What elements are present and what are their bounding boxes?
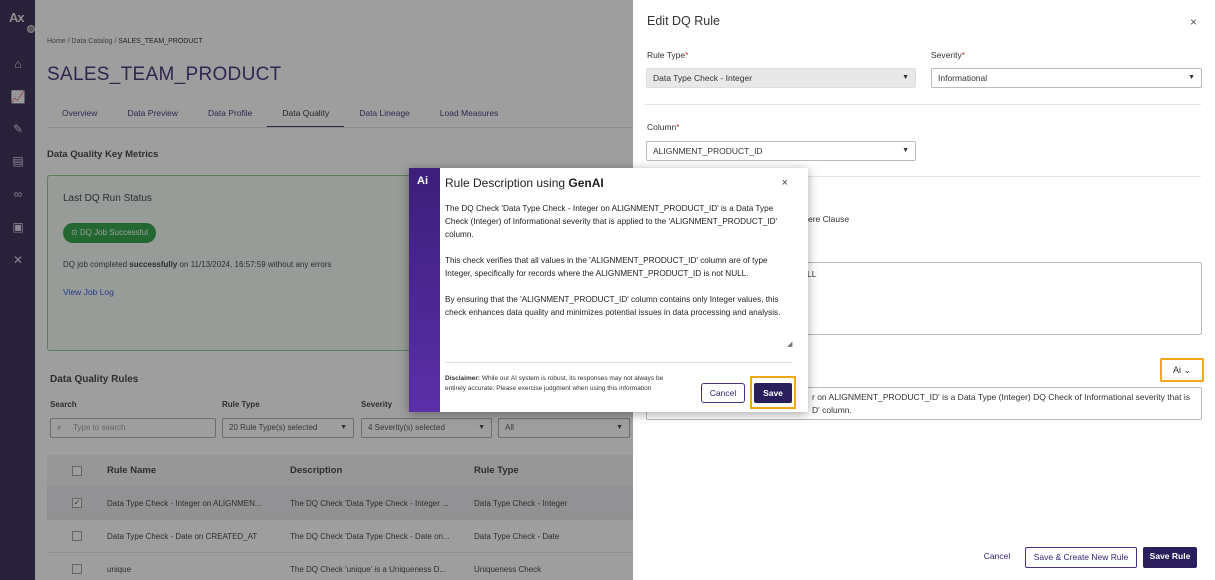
modal-save-button[interactable]: Save	[754, 383, 792, 403]
description-paragraph: This check verifies that all values in t…	[445, 256, 768, 278]
disclaimer-label: Disclaimer:	[445, 375, 481, 382]
modal-title-bold: GenAI	[568, 176, 604, 190]
modal-sidebar: Ai	[409, 168, 440, 412]
genai-button[interactable]: Ai ⌄	[1160, 358, 1204, 382]
column-field-label: Column*	[647, 122, 680, 132]
modal-cancel-button[interactable]: Cancel	[701, 383, 745, 403]
close-icon[interactable]: ×	[1190, 15, 1197, 29]
close-icon[interactable]: ×	[782, 177, 788, 189]
generated-description[interactable]: The DQ Check 'Data Type Check - Integer …	[445, 202, 792, 348]
description-line-1: r on ALIGNMENT_PRODUCT_ID' is a Data Typ…	[812, 392, 1190, 402]
rule-type-field-value: Data Type Check - Integer	[653, 73, 753, 83]
chevron-down-icon: ▼	[902, 74, 909, 81]
where-clause-value: LL	[807, 269, 817, 279]
chevron-down-icon: ▼	[1188, 74, 1195, 81]
description-line-2: D' column.	[812, 405, 852, 415]
severity-field-label: Severity*	[931, 50, 965, 60]
column-field[interactable]: ALIGNMENT_PRODUCT_ID ▼	[646, 141, 916, 161]
ai-logo-icon: Ai	[417, 175, 428, 187]
required-mark: *	[676, 122, 680, 132]
chevron-down-icon: ⌄	[1183, 365, 1192, 375]
description-paragraph: By ensuring that the 'ALIGNMENT_PRODUCT_…	[445, 295, 781, 317]
required-mark: *	[685, 50, 689, 60]
modal-title-prefix: Rule Description using	[445, 176, 569, 190]
genai-description-modal: Ai Rule Description using GenAI × The DQ…	[409, 168, 808, 412]
required-mark: *	[961, 50, 966, 60]
divider	[645, 104, 1201, 105]
genai-icon: Ai	[1172, 365, 1181, 375]
modal-divider	[445, 362, 792, 363]
severity-field[interactable]: Informational ▼	[931, 68, 1202, 88]
column-label-text: Column	[647, 122, 677, 132]
severity-label-text: Severity	[931, 50, 962, 60]
chevron-down-icon: ▼	[902, 147, 909, 154]
rule-type-label-text: Rule Type	[647, 50, 686, 60]
save-highlight: Save	[750, 376, 796, 409]
description-paragraph: The DQ Check 'Data Type Check - Integer …	[445, 204, 778, 239]
cancel-button[interactable]: Cancel	[977, 547, 1017, 568]
save-rule-button[interactable]: Save Rule	[1143, 547, 1197, 568]
disclaimer: Disclaimer: While our AI system is robus…	[445, 374, 675, 393]
where-clause-label: ere Clause	[808, 214, 850, 224]
resize-handle-icon[interactable]: ◢	[787, 340, 792, 348]
rule-type-field-label: Rule Type*	[647, 50, 688, 60]
modal-title: Rule Description using GenAI	[445, 176, 604, 190]
save-create-new-rule-button[interactable]: Save & Create New Rule	[1025, 547, 1137, 568]
severity-field-value: Informational	[938, 73, 988, 83]
column-field-value: ALIGNMENT_PRODUCT_ID	[653, 146, 763, 156]
rule-type-field: Data Type Check - Integer ▼	[646, 68, 916, 88]
panel-title: Edit DQ Rule	[647, 14, 720, 28]
